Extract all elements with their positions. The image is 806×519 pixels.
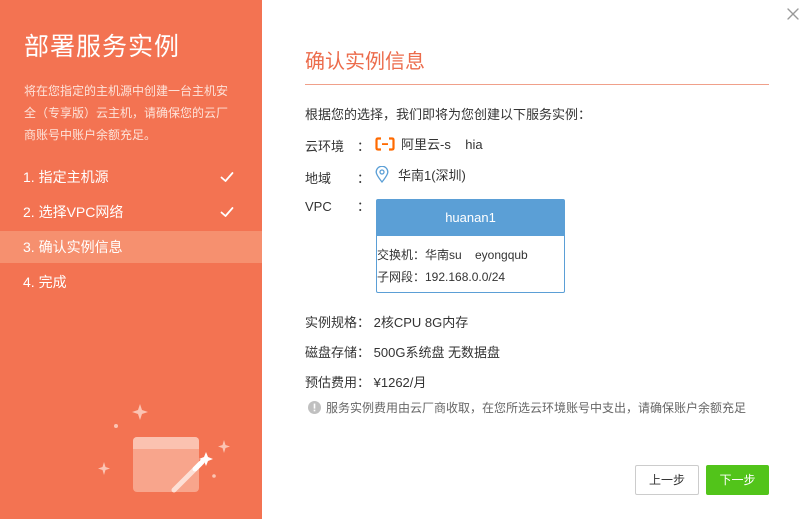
cost-label: 预估费用： — [305, 375, 371, 390]
region-row: 地域 ： 华南1(深圳) — [305, 165, 466, 187]
checkmark-icon — [220, 172, 234, 182]
page-title: 确认实例信息 — [305, 51, 425, 73]
vpc-card: huanan1 交换机：华南su eyongqub 子网段：192.168.0.… — [376, 199, 565, 293]
step-4: 4. 完成 — [0, 266, 262, 298]
vpc-name: huanan1 — [377, 200, 564, 236]
region-value: 华南1(深圳) — [398, 168, 466, 183]
notice: 服务实例费用由云厂商收取，在您所选云环境账号中支出，请确保账户余额充足 — [308, 399, 746, 416]
magic-wand-illustration-icon — [98, 404, 230, 493]
close-icon[interactable] — [786, 7, 800, 21]
step-label: 1. 指定主机源 — [23, 169, 109, 185]
region-label: 地域 — [305, 171, 332, 186]
disk-label: 磁盘存储： — [305, 345, 371, 360]
colon: ： — [357, 138, 371, 154]
step-label: 4. 完成 — [23, 274, 67, 290]
sidebar-description: 将在您指定的主机源中创建一台主机安全（专享版）云主机，请确保您的云厂商账号中账户… — [24, 84, 229, 142]
cloud-value: 阿里云-s hia — [401, 137, 483, 152]
title-divider — [305, 84, 769, 85]
notice-text: 服务实例费用由云厂商收取，在您所选云环境账号中支出，请确保账户余额充足 — [326, 401, 747, 415]
spec-label: 实例规格： — [305, 315, 371, 330]
checkmark-icon — [220, 207, 234, 217]
cost-row: 预估费用： ¥1262/月 — [305, 372, 426, 391]
step-list: 1. 指定主机源 2. 选择VPC网络 3. 确认实例信息 4. 完成 — [0, 161, 262, 301]
colon: ： — [357, 199, 371, 214]
step-3: 3. 确认实例信息 — [0, 231, 262, 263]
sidebar-title: 部署服务实例 — [24, 33, 181, 61]
cost-value: ¥1262/月 — [373, 375, 427, 390]
cloud-row: 云环境 ： 阿里云-s hia — [305, 134, 483, 155]
step-label: 2. 选择VPC网络 — [23, 204, 124, 220]
next-button[interactable]: 下一步 — [706, 465, 769, 495]
vpc-subnet: 子网段：192.168.0.0/24 — [377, 270, 506, 284]
info-icon — [308, 401, 321, 414]
colon: ： — [357, 171, 371, 186]
disk-value: 500G系统盘 无数据盘 — [373, 345, 501, 360]
sidebar: 部署服务实例 将在您指定的主机源中创建一台主机安全（专享版）云主机，请确保您的云… — [0, 0, 262, 519]
location-pin-icon — [375, 166, 389, 183]
aliyun-logo-icon — [375, 136, 395, 151]
step-1: 1. 指定主机源 — [0, 161, 262, 193]
vpc-switch: 交换机：华南su eyongqub — [377, 248, 528, 262]
vpc-row: VPC ： — [305, 196, 375, 215]
prev-button[interactable]: 上一步 — [635, 465, 699, 495]
spec-value: 2核CPU 8G内存 — [373, 315, 469, 330]
disk-row: 磁盘存储： 500G系统盘 无数据盘 — [305, 342, 500, 361]
step-label: 3. 确认实例信息 — [23, 239, 123, 255]
intro-text: 根据您的选择，我们即将为您创建以下服务实例： — [305, 107, 592, 122]
step-2: 2. 选择VPC网络 — [0, 196, 262, 228]
cloud-label: 云环境 — [305, 138, 345, 154]
spec-row: 实例规格： 2核CPU 8G内存 — [305, 312, 468, 331]
vpc-label: VPC — [305, 199, 332, 214]
